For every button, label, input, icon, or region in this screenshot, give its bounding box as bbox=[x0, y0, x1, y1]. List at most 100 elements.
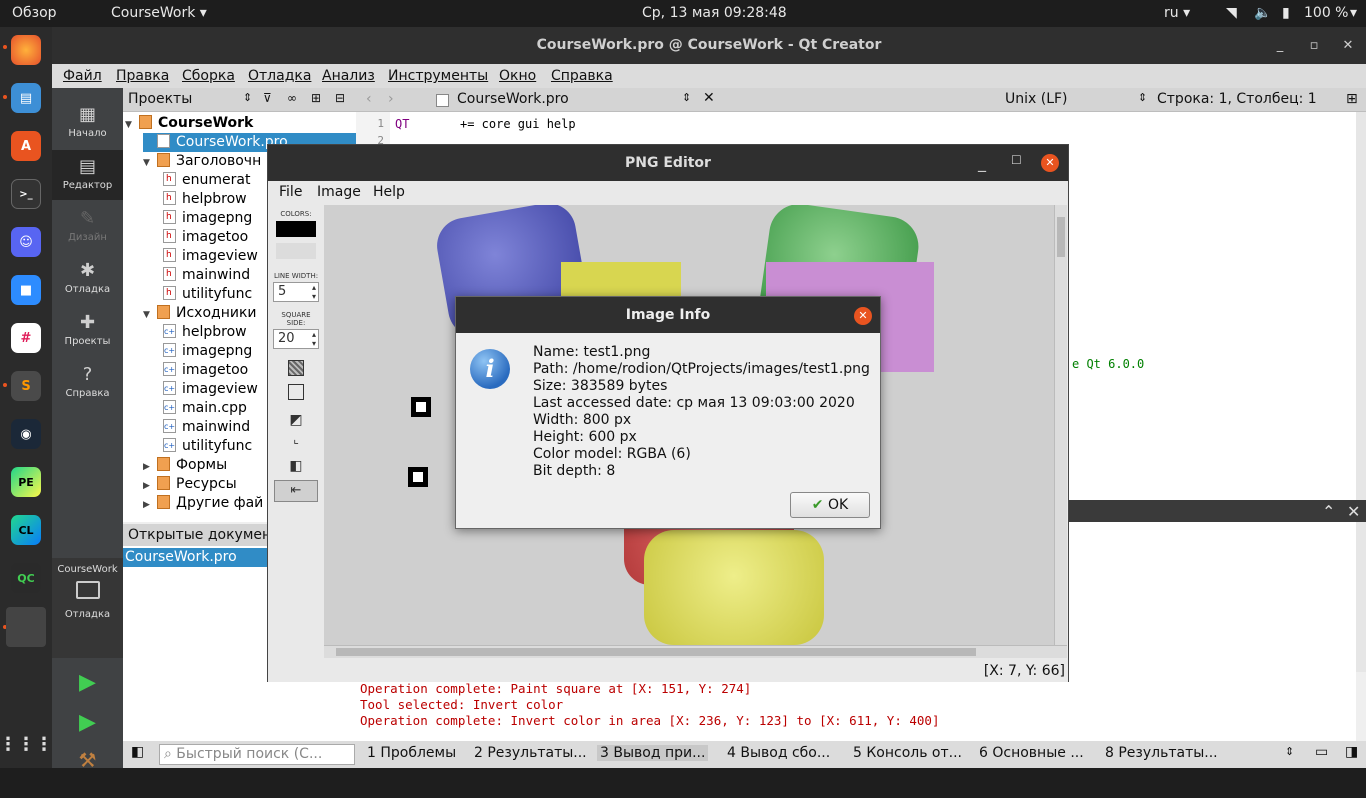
files-icon[interactable]: ▤ bbox=[11, 83, 41, 113]
tree-item[interactable]: ▼ Заголовочн bbox=[143, 152, 261, 171]
tree-item[interactable]: imagetoo bbox=[163, 360, 248, 380]
updown-icon[interactable]: ⇕ bbox=[1285, 745, 1294, 758]
crop-tool-icon[interactable]: ⌞ bbox=[271, 432, 321, 446]
menu-tools[interactable]: Инструменты bbox=[388, 68, 488, 84]
ok-button[interactable]: ✔ OK bbox=[790, 492, 870, 518]
line-width-spinbox[interactable]: 5 ▴ ▾ bbox=[273, 282, 319, 302]
canvas-vertical-scrollbar[interactable] bbox=[1054, 205, 1067, 645]
tree-item[interactable]: mainwind bbox=[163, 265, 250, 285]
close-document-icon[interactable]: ✕ bbox=[703, 90, 715, 106]
back-icon[interactable]: ‹ bbox=[366, 91, 372, 107]
tree-item[interactable]: ▶ Формы bbox=[143, 456, 227, 475]
volume-icon[interactable]: 🔈 bbox=[1254, 5, 1271, 21]
menu-image[interactable]: Image bbox=[317, 184, 361, 200]
maximize-pane-icon[interactable]: ⌃ bbox=[1322, 502, 1335, 521]
clion-icon[interactable]: CL bbox=[11, 515, 41, 545]
tab-debug-console[interactable]: 5 Консоль от... bbox=[853, 745, 962, 761]
tree-item[interactable]: ▼ CourseWork bbox=[125, 114, 253, 133]
output-toggle-icon[interactable]: ◨ bbox=[1345, 744, 1358, 760]
square-tool-icon[interactable] bbox=[288, 384, 304, 400]
software-icon[interactable]: A bbox=[11, 131, 41, 161]
square-side-spinbox[interactable]: 20 ▴ ▾ bbox=[273, 329, 319, 349]
maximize-icon[interactable]: ☐ bbox=[1011, 153, 1022, 167]
progress-toggle-icon[interactable]: ▭ bbox=[1315, 744, 1328, 760]
app-menu[interactable]: CourseWork ▾ bbox=[111, 5, 207, 21]
apps-grid-icon[interactable]: ⋮⋮⋮ bbox=[0, 729, 53, 759]
close-panel-icon[interactable]: ⊟ bbox=[335, 91, 345, 105]
chevron-right-icon[interactable]: ▶ bbox=[143, 496, 157, 515]
build-hammer-icon[interactable]: ⚒ bbox=[52, 748, 123, 798]
mode-debug[interactable]: ✱ Отладка bbox=[52, 254, 123, 304]
menu-file[interactable]: Файл bbox=[63, 68, 102, 84]
kit-selector[interactable]: CourseWork Отладка bbox=[52, 558, 123, 658]
zoom-icon[interactable]: ■ bbox=[11, 275, 41, 305]
projects-view-select[interactable]: Проекты bbox=[128, 91, 192, 107]
battery-icon[interactable]: ▮ bbox=[1282, 5, 1290, 21]
mode-welcome[interactable]: ▦ Начало bbox=[52, 98, 123, 148]
minimize-icon[interactable]: _ bbox=[1265, 27, 1295, 64]
tree-item[interactable]: imagepng bbox=[163, 341, 252, 361]
wifi-icon[interactable]: ◥ bbox=[1226, 5, 1237, 21]
mode-projects[interactable]: ✚ Проекты bbox=[52, 306, 123, 356]
link-icon[interactable]: ∞ bbox=[287, 91, 297, 105]
tree-item[interactable]: utilityfunc bbox=[163, 436, 252, 456]
sidebar-toggle-icon[interactable]: ◧ bbox=[131, 744, 144, 760]
locator-search-input[interactable]: ⌕ Быстрый поиск (C... bbox=[159, 744, 355, 765]
menu-file[interactable]: File bbox=[279, 184, 302, 200]
tab-problems[interactable]: 1 Проблемы bbox=[367, 745, 456, 761]
tree-item[interactable]: mainwind bbox=[163, 417, 250, 437]
tree-item[interactable]: enumerat bbox=[163, 170, 250, 190]
language-indicator[interactable]: ru ▾ bbox=[1164, 5, 1190, 21]
forward-icon[interactable]: › bbox=[388, 91, 394, 107]
line-ending-selector[interactable]: Unix (LF) bbox=[1005, 91, 1068, 107]
tab-app-output[interactable]: 3 Вывод при... bbox=[597, 745, 709, 761]
file-selector[interactable]: CourseWork.pro bbox=[457, 91, 569, 107]
updown-icon[interactable]: ⇕ bbox=[243, 91, 252, 104]
tree-item[interactable]: utilityfunc bbox=[163, 284, 252, 304]
mode-editor[interactable]: ▤ Редактор bbox=[52, 150, 123, 200]
clock[interactable]: Ср, 13 мая 09:28:48 bbox=[642, 5, 787, 21]
sublime-icon[interactable]: S bbox=[11, 371, 41, 401]
discord-icon[interactable]: ☺ bbox=[11, 227, 41, 257]
activities-button[interactable]: Обзор bbox=[12, 5, 57, 21]
tree-item[interactable]: main.cpp bbox=[163, 398, 247, 418]
pycharm-icon[interactable]: PE bbox=[11, 467, 41, 497]
tree-item[interactable]: imageview bbox=[163, 379, 258, 399]
minimize-icon[interactable]: _ bbox=[978, 153, 986, 172]
tree-item[interactable]: ▶ Другие фай bbox=[143, 494, 263, 513]
menu-debug[interactable]: Отладка bbox=[248, 68, 311, 84]
tree-item[interactable]: ▶ Ресурсы bbox=[143, 475, 237, 494]
editor-scrollbar[interactable] bbox=[1356, 112, 1366, 672]
fill-pattern-tool-icon[interactable] bbox=[288, 360, 304, 376]
firefox-icon[interactable] bbox=[11, 35, 41, 65]
tree-item[interactable]: imagepng bbox=[163, 208, 252, 228]
cursor-position[interactable]: Строка: 1, Столбец: 1 bbox=[1157, 91, 1317, 107]
tab-compile-output[interactable]: 4 Вывод сбо... bbox=[727, 745, 830, 761]
system-menu-icon[interactable]: ▾ bbox=[1350, 5, 1357, 21]
chevron-down-icon[interactable]: ▼ bbox=[143, 154, 157, 173]
tree-item[interactable]: helpbrow bbox=[163, 322, 247, 342]
close-icon[interactable]: ✕ bbox=[854, 307, 872, 325]
close-icon[interactable]: ✕ bbox=[1333, 27, 1363, 64]
tree-item[interactable]: helpbrow bbox=[163, 189, 247, 209]
filter-icon[interactable]: ⊽ bbox=[263, 91, 272, 105]
tree-item[interactable]: imageview bbox=[163, 246, 258, 266]
swap-tool-icon[interactable]: ◧ bbox=[271, 458, 321, 474]
close-icon[interactable]: ✕ bbox=[1041, 154, 1059, 172]
split-icon[interactable]: ⊞ bbox=[311, 91, 321, 105]
tab-general-messages[interactable]: 6 Основные ... bbox=[979, 745, 1084, 761]
secondary-color-swatch[interactable] bbox=[276, 243, 316, 259]
tree-item[interactable]: ▼ Исходники bbox=[143, 304, 257, 323]
menu-window[interactable]: Окно bbox=[499, 68, 536, 84]
qtcreator-icon[interactable]: QC bbox=[11, 563, 41, 593]
terminal-icon[interactable]: >_ bbox=[11, 179, 41, 209]
invert-color-tool-icon[interactable]: ◩ bbox=[271, 412, 321, 428]
rotate-tool-icon[interactable]: ⇤ bbox=[274, 480, 318, 502]
close-pane-icon[interactable]: ✕ bbox=[1347, 502, 1360, 521]
maximize-icon[interactable]: ▫ bbox=[1299, 27, 1329, 64]
split-editor-icon[interactable]: ⊞ bbox=[1346, 91, 1358, 107]
menu-help[interactable]: Help bbox=[373, 184, 405, 200]
tab-search-results[interactable]: 2 Результаты... bbox=[474, 745, 587, 761]
menu-analyze[interactable]: Анализ bbox=[322, 68, 375, 84]
chevron-down-icon[interactable]: ▼ bbox=[143, 306, 157, 325]
